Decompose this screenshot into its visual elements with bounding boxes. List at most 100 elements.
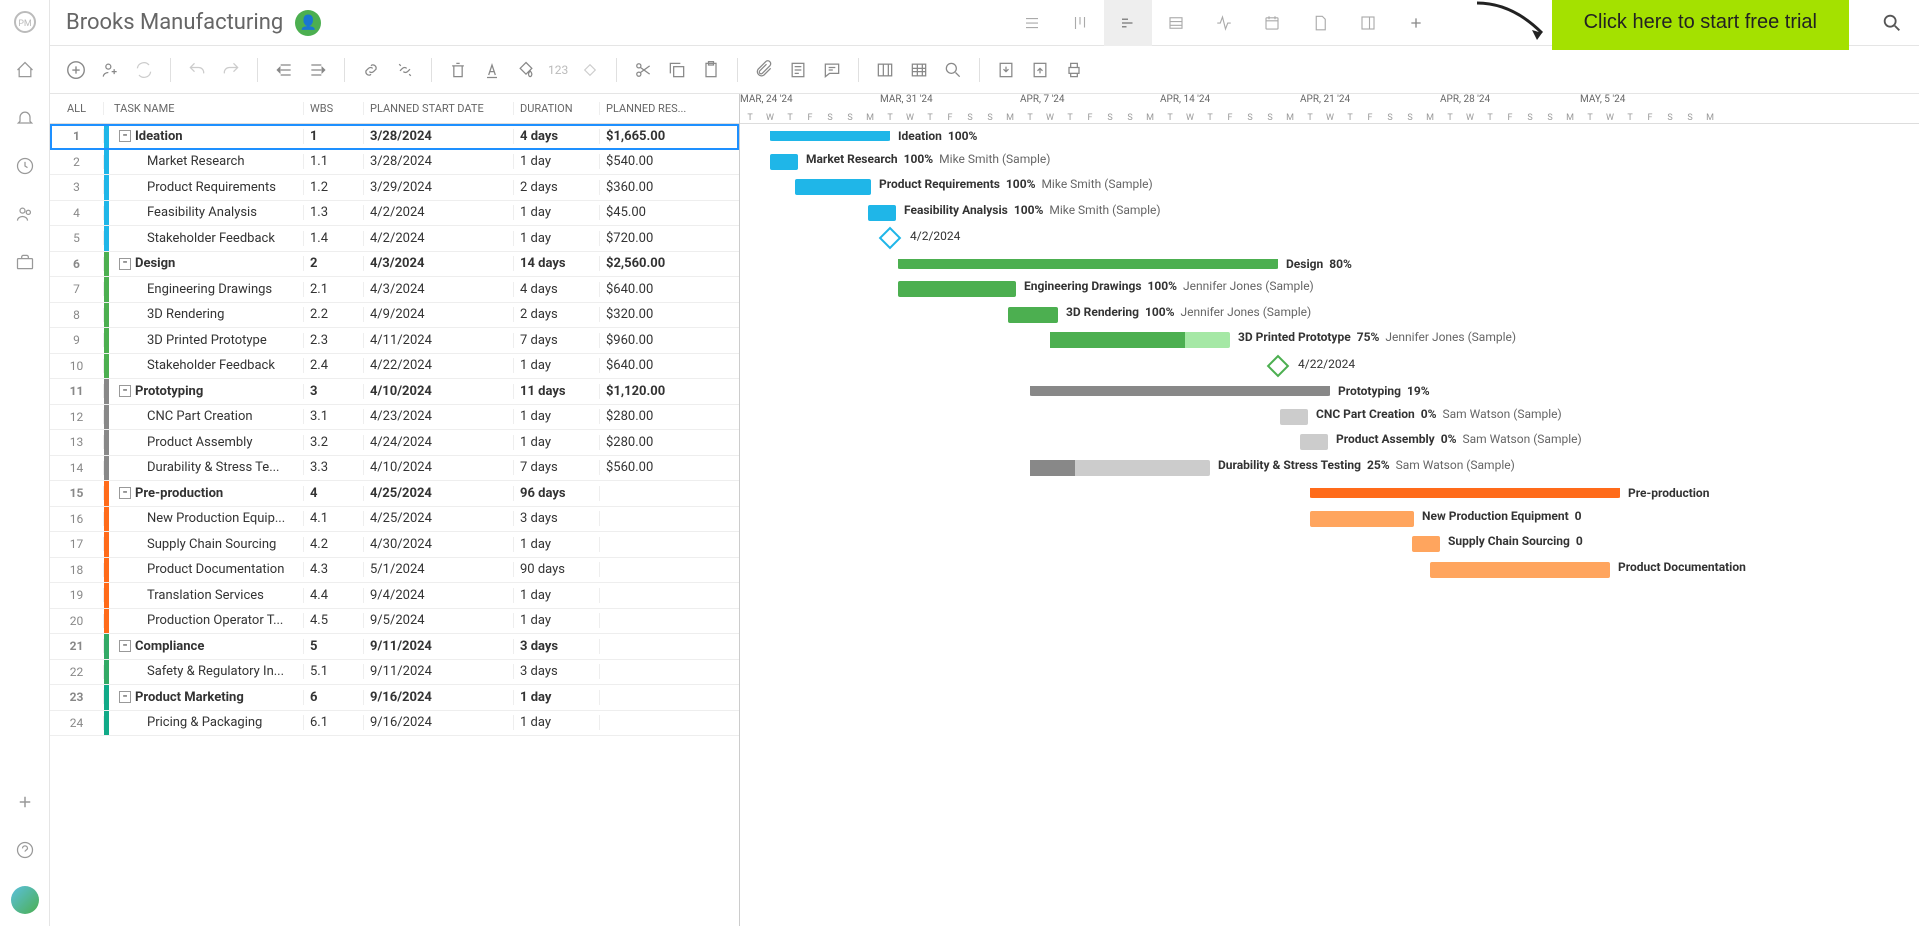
duration-cell[interactable]: 7 days xyxy=(514,460,600,475)
task-name-cell[interactable]: −Product Marketing xyxy=(109,690,304,705)
unlink-icon[interactable] xyxy=(391,56,419,84)
wbs-cell[interactable]: 2.1 xyxy=(304,282,364,297)
task-row[interactable]: 12CNC Part Creation3.14/23/20241 day$280… xyxy=(50,405,739,431)
task-row[interactable]: 7Engineering Drawings2.14/3/20244 days$6… xyxy=(50,277,739,303)
task-row[interactable]: 24Pricing & Packaging6.19/16/20241 day xyxy=(50,711,739,737)
user-avatar[interactable] xyxy=(11,886,39,914)
duration-cell[interactable]: 1 day xyxy=(514,715,600,730)
help-icon[interactable] xyxy=(13,838,37,862)
fill-color-icon[interactable] xyxy=(512,56,540,84)
add-task-icon[interactable] xyxy=(62,56,90,84)
task-name-cell[interactable]: Durability & Stress Te... xyxy=(109,460,304,475)
col-all[interactable]: ALL xyxy=(50,102,104,115)
resource-cell[interactable]: $280.00 xyxy=(600,409,710,424)
start-date-cell[interactable]: 3/29/2024 xyxy=(364,180,514,195)
gantt-bar[interactable]: Supply Chain Sourcing 0 xyxy=(1412,536,1440,552)
task-name-cell[interactable]: Translation Services xyxy=(109,588,304,603)
task-row[interactable]: 21−Compliance59/11/20243 days xyxy=(50,634,739,660)
task-name-cell[interactable]: Stakeholder Feedback xyxy=(109,358,304,373)
gantt-bar[interactable]: Prototyping 19% xyxy=(1030,386,1330,396)
task-row[interactable]: 11−Prototyping34/10/202411 days$1,120.00 xyxy=(50,379,739,405)
col-planned-res[interactable]: PLANNED RES... xyxy=(600,102,710,115)
task-name-cell[interactable]: −Ideation xyxy=(109,129,304,144)
refresh-icon[interactable] xyxy=(130,56,158,84)
wbs-cell[interactable]: 6.1 xyxy=(304,715,364,730)
gantt-bar[interactable]: Ideation 100% xyxy=(770,131,890,141)
free-trial-button[interactable]: Click here to start free trial xyxy=(1552,0,1849,50)
task-row[interactable]: 22Safety & Regulatory In...5.19/11/20243… xyxy=(50,660,739,686)
view-sheet-icon[interactable] xyxy=(1152,0,1200,46)
wbs-cell[interactable]: 5.1 xyxy=(304,664,364,679)
start-date-cell[interactable]: 4/11/2024 xyxy=(364,333,514,348)
task-row[interactable]: 15−Pre-production44/25/202496 days xyxy=(50,481,739,507)
milestone-icon[interactable] xyxy=(576,56,604,84)
wbs-cell[interactable]: 3.2 xyxy=(304,435,364,450)
team-icon[interactable] xyxy=(13,202,37,226)
task-name-cell[interactable]: New Production Equip... xyxy=(109,511,304,526)
outdent-icon[interactable] xyxy=(270,56,298,84)
cut-icon[interactable] xyxy=(629,56,657,84)
start-date-cell[interactable]: 4/23/2024 xyxy=(364,409,514,424)
col-wbs[interactable]: WBS xyxy=(304,102,364,115)
resource-cell[interactable]: $720.00 xyxy=(600,231,710,246)
collapse-toggle[interactable]: − xyxy=(119,487,131,499)
gantt-bar[interactable]: Durability & Stress Testing 25% Sam Wats… xyxy=(1030,460,1210,476)
start-date-cell[interactable]: 3/28/2024 xyxy=(364,129,514,144)
delete-icon[interactable] xyxy=(444,56,472,84)
wbs-cell[interactable]: 4.2 xyxy=(304,537,364,552)
task-name-cell[interactable]: −Compliance xyxy=(109,639,304,654)
gantt-bar[interactable]: CNC Part Creation 0% Sam Watson (Sample) xyxy=(1280,409,1308,425)
gantt-bar[interactable]: Product Requirements 100% Mike Smith (Sa… xyxy=(795,179,871,195)
resource-cell[interactable]: $45.00 xyxy=(600,205,710,220)
resource-cell[interactable]: $320.00 xyxy=(600,307,710,322)
task-row[interactable]: 2Market Research1.13/28/20241 day$540.00 xyxy=(50,150,739,176)
gantt-bar[interactable]: Product Assembly 0% Sam Watson (Sample) xyxy=(1300,434,1328,450)
task-row[interactable]: 83D Rendering2.24/9/20242 days$320.00 xyxy=(50,303,739,329)
col-planned-start[interactable]: PLANNED START DATE xyxy=(364,102,514,115)
gantt-bar[interactable]: New Production Equipment 0 xyxy=(1310,511,1414,527)
start-date-cell[interactable]: 4/30/2024 xyxy=(364,537,514,552)
task-name-cell[interactable]: Pricing & Packaging xyxy=(109,715,304,730)
duration-cell[interactable]: 4 days xyxy=(514,129,600,144)
columns-icon[interactable] xyxy=(871,56,899,84)
resource-cell[interactable]: $960.00 xyxy=(600,333,710,348)
wbs-cell[interactable]: 2.4 xyxy=(304,358,364,373)
duration-cell[interactable]: 14 days xyxy=(514,256,600,271)
attachment-icon[interactable] xyxy=(750,56,778,84)
view-panel-icon[interactable] xyxy=(1344,0,1392,46)
start-date-cell[interactable]: 4/3/2024 xyxy=(364,256,514,271)
task-name-cell[interactable]: Market Research xyxy=(109,154,304,169)
start-date-cell[interactable]: 4/25/2024 xyxy=(364,511,514,526)
start-date-cell[interactable]: 9/4/2024 xyxy=(364,588,514,603)
wbs-cell[interactable]: 1 xyxy=(304,129,364,144)
start-date-cell[interactable]: 9/16/2024 xyxy=(364,715,514,730)
gantt-bar[interactable]: Market Research 100% Mike Smith (Sample) xyxy=(770,154,798,170)
resource-cell[interactable]: $640.00 xyxy=(600,282,710,297)
task-name-cell[interactable]: Production Operator T... xyxy=(109,613,304,628)
assign-icon[interactable] xyxy=(96,56,124,84)
wbs-cell[interactable]: 1.2 xyxy=(304,180,364,195)
indent-icon[interactable] xyxy=(304,56,332,84)
start-date-cell[interactable]: 9/16/2024 xyxy=(364,690,514,705)
wbs-cell[interactable]: 4.4 xyxy=(304,588,364,603)
wbs-cell[interactable]: 1.1 xyxy=(304,154,364,169)
duration-cell[interactable]: 11 days xyxy=(514,384,600,399)
duration-cell[interactable]: 1 day xyxy=(514,588,600,603)
plus-icon[interactable] xyxy=(13,790,37,814)
milestone-marker[interactable] xyxy=(1267,354,1290,377)
task-row[interactable]: 23−Product Marketing69/16/20241 day xyxy=(50,685,739,711)
resource-cell[interactable]: $2,560.00 xyxy=(600,256,710,271)
zoom-icon[interactable] xyxy=(939,56,967,84)
duration-cell[interactable]: 1 day xyxy=(514,231,600,246)
task-row[interactable]: 19Translation Services4.49/4/20241 day xyxy=(50,583,739,609)
task-name-cell[interactable]: −Pre-production xyxy=(109,486,304,501)
task-name-cell[interactable]: 3D Printed Prototype xyxy=(109,333,304,348)
duration-cell[interactable]: 1 day xyxy=(514,435,600,450)
resource-cell[interactable]: $1,120.00 xyxy=(600,384,710,399)
export-icon[interactable] xyxy=(1026,56,1054,84)
resource-cell[interactable]: $540.00 xyxy=(600,154,710,169)
task-name-cell[interactable]: Stakeholder Feedback xyxy=(109,231,304,246)
task-row[interactable]: 6−Design24/3/202414 days$2,560.00 xyxy=(50,252,739,278)
task-row[interactable]: 4Feasibility Analysis1.34/2/20241 day$45… xyxy=(50,201,739,227)
view-board-icon[interactable] xyxy=(1056,0,1104,46)
